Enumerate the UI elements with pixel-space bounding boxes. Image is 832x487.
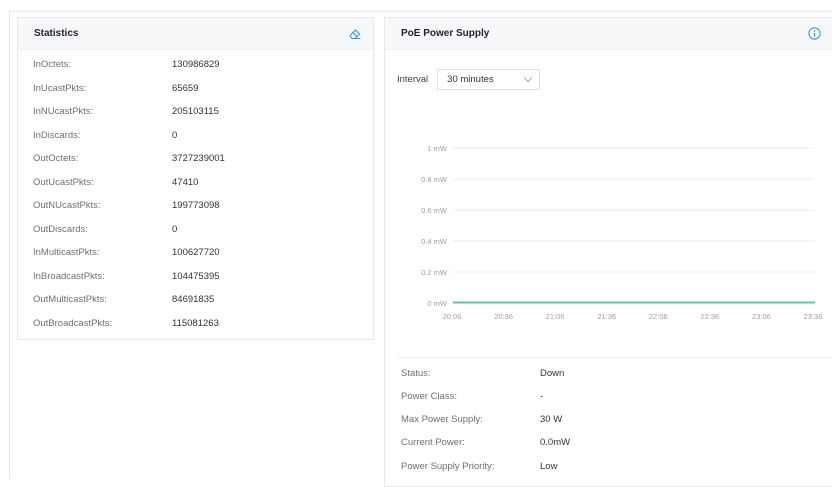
stat-value: 0 (172, 129, 178, 141)
poe-header: PoE Power Supply (385, 18, 832, 50)
interval-select-value: 30 minutes (447, 74, 494, 85)
stat-row: OutDiscards: 0 (18, 218, 373, 242)
stat-label: OutNUcastPkts: (33, 200, 101, 212)
poe-detail-value: Down (540, 368, 565, 379)
poe-detail-value: Low (540, 461, 558, 472)
y-tick-label: 0.6 mW (421, 206, 448, 215)
poe-detail-label: Power Class: (401, 391, 457, 402)
stat-label: InNUcastPkts: (33, 106, 94, 118)
interval-control: Interval 30 minutes (397, 69, 541, 90)
x-tick-label: 23:36 (804, 312, 823, 321)
y-tick-label: 0 mW (427, 299, 448, 308)
statistics-panel: Statistics InOctets: 130986829 InUcastPkts… (17, 17, 374, 340)
stat-value: 84691835 (172, 294, 215, 306)
page-top-divider (10, 11, 832, 12)
x-tick-label: 21:06 (546, 312, 565, 321)
stat-row: OutNUcastPkts: 199773098 (18, 194, 373, 218)
stat-value: 3727239001 (172, 153, 225, 165)
poe-detail-value: 0.0mW (540, 437, 571, 448)
poe-detail-label: Max Power Supply: (401, 414, 483, 425)
poe-detail-row: Max Power Supply: 30 W (401, 414, 562, 425)
statistics-list: InOctets: 130986829 InUcastPkts: 65659 InNUc… (18, 50, 373, 335)
eraser-icon[interactable] (347, 26, 363, 42)
stat-value: 47410 (172, 176, 199, 188)
x-tick-label: 22:06 (649, 312, 668, 321)
stat-row: InDiscards: 0 (18, 124, 373, 148)
x-tick-label: 22:36 (700, 312, 719, 321)
y-tick-label: 1 mW (427, 144, 448, 153)
stat-value: 130986829 (172, 59, 220, 71)
poe-detail-value: - (540, 391, 544, 402)
stat-value: 199773098 (172, 200, 220, 212)
info-icon[interactable] (806, 26, 822, 42)
y-tick-label: 0.4 mW (421, 237, 448, 246)
poe-detail-label: Power Supply Priority: (401, 461, 495, 472)
stat-value: 0 (172, 223, 178, 235)
poe-detail-row: Status: Down (401, 368, 564, 379)
stat-row: InNUcastPkts: 205103115 (18, 100, 373, 124)
x-tick-label: 23:06 (752, 312, 771, 321)
x-tick-label: 20:06 (443, 312, 462, 321)
poe-detail-row: Current Power: 0.0mW (401, 437, 570, 448)
poe-detail-row: Power Class: - (401, 391, 543, 402)
stat-row: OutOctets: 3727239001 (18, 147, 373, 171)
stat-value: 104475395 (172, 270, 220, 282)
stat-value: 100627720 (172, 247, 220, 259)
stat-label: InUcastPkts: (33, 82, 87, 94)
y-tick-label: 0.2 mW (421, 268, 448, 277)
poe-detail-label: Status: (401, 368, 431, 379)
statistics-header: Statistics (18, 18, 373, 50)
poe-power-supply-panel: PoE Power Supply Interval 30 minutes 0 m… (384, 17, 832, 487)
stat-label: OutDiscards: (33, 223, 88, 235)
interval-label: Interval (397, 74, 429, 85)
stat-value: 115081263 (172, 317, 219, 329)
stat-row: InOctets: 130986829 (18, 53, 373, 77)
stat-row: InBroadcastPkts: 104475395 (18, 265, 373, 289)
stat-label: OutBroadcastPkts: (33, 317, 113, 329)
poe-detail-value: 30 W (540, 414, 563, 425)
page-left-border (9, 11, 10, 479)
stat-value: 205103115 (172, 106, 219, 118)
y-tick-label: 0.8 mW (421, 175, 448, 184)
stat-label: InMulticastPkts: (33, 247, 100, 259)
stat-row: InUcastPkts: 65659 (18, 77, 373, 101)
stat-label: InOctets: (33, 59, 72, 71)
stat-row: InMulticastPkts: 100627720 (18, 241, 373, 265)
poe-detail-label: Current Power: (401, 437, 465, 448)
stat-row: OutUcastPkts: 47410 (18, 171, 373, 195)
stat-label: OutOctets: (33, 153, 79, 165)
stat-label: InDiscards: (33, 129, 81, 141)
poe-title: PoE Power Supply (401, 28, 490, 39)
interval-select[interactable]: 30 minutes (437, 69, 541, 90)
stat-label: OutMulticastPkts: (33, 294, 107, 306)
chart-divider (397, 357, 832, 358)
chevron-down-icon (523, 73, 533, 83)
x-tick-label: 21:36 (597, 312, 616, 321)
stat-row: OutBroadcastPkts: 115081263 (18, 312, 373, 336)
stat-label: InBroadcastPkts: (33, 270, 105, 282)
stat-row: OutMulticastPkts: 84691835 (18, 288, 373, 312)
stat-label: OutUcastPkts: (33, 176, 94, 188)
power-chart: 0 mW 0.2 mW 0.4 mW 0.6 mW 0.8 mW 1 mW 20:06 20:… (421, 144, 823, 321)
stat-value: 65659 (172, 82, 199, 94)
statistics-title: Statistics (34, 28, 79, 39)
x-tick-label: 20:36 (494, 312, 513, 321)
poe-detail-row: Power Supply Priority: Low (401, 461, 557, 472)
